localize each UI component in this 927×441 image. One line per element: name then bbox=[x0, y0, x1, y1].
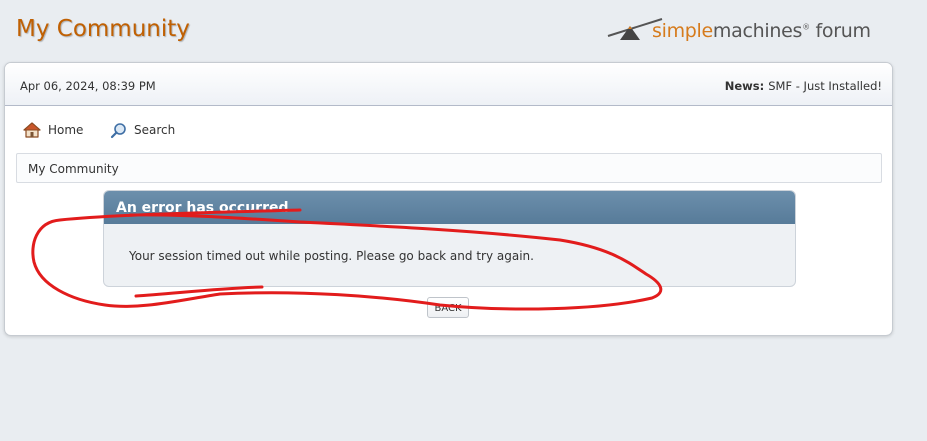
news-label: News: bbox=[724, 79, 765, 93]
main-wrapper: Apr 06, 2024, 08:39 PM News: SMF - Just I… bbox=[4, 62, 893, 336]
forum-title[interactable]: My Community bbox=[16, 16, 190, 42]
error-message: Your session timed out while posting. Pl… bbox=[129, 249, 534, 263]
error-header: An error has occurred bbox=[104, 191, 795, 224]
search-icon bbox=[110, 122, 126, 138]
breadcrumb: My Community bbox=[16, 153, 882, 183]
upper-info-bar: Apr 06, 2024, 08:39 PM News: SMF - Just I… bbox=[5, 63, 892, 106]
logo-text-machines: machines bbox=[712, 20, 803, 42]
menu-item-label: Search bbox=[134, 123, 176, 137]
menu-item-label: Home bbox=[48, 123, 84, 137]
news-text: SMF - Just Installed! bbox=[768, 79, 882, 93]
current-date: Apr 06, 2024, 08:39 PM bbox=[20, 79, 156, 93]
error-box: An error has occurred Your session timed… bbox=[103, 190, 796, 287]
logo-registered-mark: ® bbox=[802, 22, 810, 32]
smf-logo[interactable]: simplemachines® forum bbox=[606, 16, 896, 46]
home-icon bbox=[23, 122, 41, 138]
news-section: News: SMF - Just Installed! bbox=[725, 79, 882, 93]
back-button[interactable]: BACK bbox=[427, 297, 469, 318]
breadcrumb-item-my-community[interactable]: My Community bbox=[28, 162, 119, 176]
menu-item-home[interactable]: Home bbox=[23, 120, 83, 140]
logo-text-forum: forum bbox=[815, 20, 871, 42]
error-title: An error has occurred bbox=[116, 200, 289, 216]
smf-logo-text: simplemachines® forum bbox=[652, 20, 871, 42]
menu-item-search[interactable]: Search bbox=[110, 120, 175, 140]
logo-text-simple: simple bbox=[652, 20, 713, 42]
